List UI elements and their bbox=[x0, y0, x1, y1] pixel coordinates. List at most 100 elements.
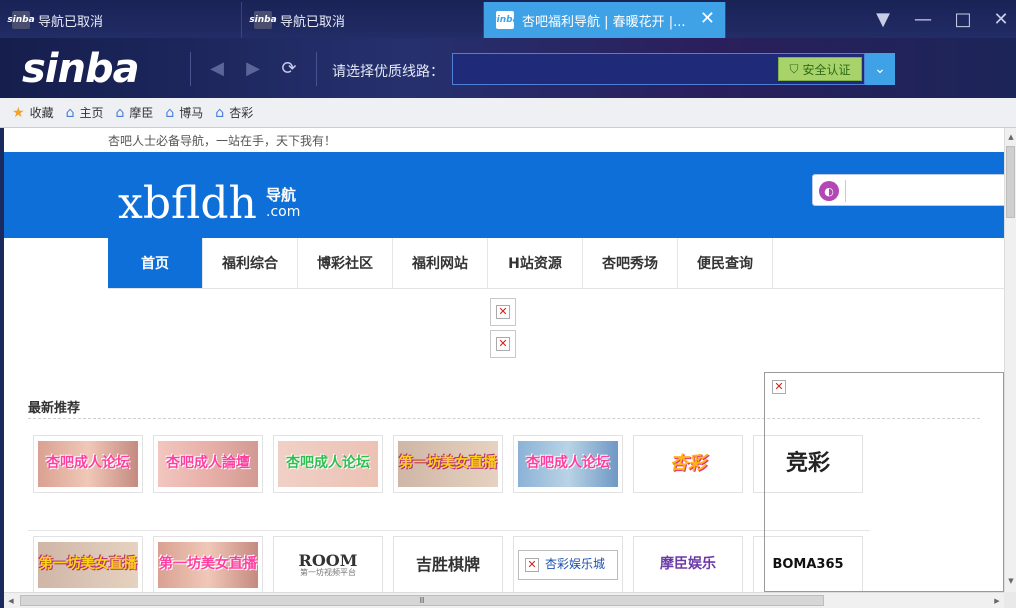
site-banner: xbfldh 导航 .com ◐ bbox=[4, 152, 1004, 238]
site-logo-sub: 导航 bbox=[266, 186, 297, 204]
vertical-scrollbar[interactable]: ▲ ▼ bbox=[1004, 128, 1016, 592]
site-logo-domain: .com bbox=[266, 204, 301, 220]
shield-icon: ⛉ bbox=[789, 61, 799, 76]
bookmark-label: 博马 bbox=[179, 106, 204, 120]
link-card[interactable]: 杏彩 bbox=[633, 435, 743, 493]
bookmark-home[interactable]: ⌂ 主页 bbox=[66, 104, 104, 121]
broken-image-icon: ✕ bbox=[490, 330, 516, 358]
link-card[interactable]: 杏吧成人论坛 bbox=[513, 435, 623, 493]
broken-image-icon: ✕ bbox=[490, 298, 516, 326]
back-icon[interactable]: ◀ bbox=[205, 56, 229, 80]
bookmark-mochen[interactable]: ⌂ 摩臣 bbox=[115, 104, 153, 121]
card-banner: 吉胜棋牌 bbox=[398, 542, 498, 588]
security-cert-badge[interactable]: ⛉ 安全认证 bbox=[778, 57, 862, 81]
bookmark-favorites[interactable]: ★ 收藏 bbox=[12, 104, 54, 121]
bookmark-label: 杏彩 bbox=[229, 106, 254, 120]
site-search-box[interactable]: ◐ bbox=[812, 174, 1004, 206]
tab-close-icon[interactable]: ✕ bbox=[700, 10, 715, 28]
sinba-favicon-icon: sinba bbox=[7, 11, 35, 29]
link-card[interactable]: 第一坊美女直播 bbox=[33, 536, 143, 592]
link-card[interactable]: 杏吧成人論壇 bbox=[153, 435, 263, 493]
close-icon[interactable]: ✕ bbox=[990, 8, 1012, 30]
nav-xiuchang[interactable]: 杏吧秀场 bbox=[583, 238, 678, 288]
link-card[interactable]: 摩臣娱乐 bbox=[633, 536, 743, 592]
nav-bianmin[interactable]: 便民查询 bbox=[678, 238, 773, 288]
address-dropdown-icon[interactable]: ⌄ bbox=[865, 53, 895, 85]
card-banner: 第一坊美女直播 bbox=[158, 542, 258, 588]
tab-title: 导航已取消 bbox=[280, 14, 346, 30]
page-viewport: 杏吧人士必备导航，一站在手，天下我有！ xbfldh 导航 .com ◐ 首页 … bbox=[4, 128, 1004, 592]
scrollbar-corner bbox=[1004, 592, 1016, 608]
title-bar: sinba 导航已取消 sinba 导航已取消 sinba 杏吧福利导航 | 春… bbox=[0, 0, 1016, 38]
vertical-scroll-thumb[interactable] bbox=[1006, 146, 1015, 218]
search-divider bbox=[845, 180, 846, 202]
cert-label: 安全认证 bbox=[802, 62, 851, 77]
bookmark-label: 摩臣 bbox=[129, 106, 154, 120]
menu-dropdown-icon[interactable]: ▼ bbox=[872, 8, 894, 30]
card-title: ROOM bbox=[298, 550, 358, 570]
row-divider bbox=[28, 530, 870, 531]
bookmark-label: 主页 bbox=[79, 106, 104, 120]
browser-toolbar: sinba ◀ ▶ ⟳ 请选择优质线路： ⛉ 安全认证 ⌄ bbox=[0, 38, 1016, 98]
line-select-label: 请选择优质线路： bbox=[332, 64, 444, 80]
nav-home[interactable]: 首页 bbox=[108, 238, 203, 288]
horizontal-scroll-thumb[interactable]: Ⅲ bbox=[20, 595, 824, 606]
sinba-favicon-icon: sinba bbox=[249, 11, 277, 29]
refresh-icon[interactable]: ⟳ bbox=[277, 56, 301, 80]
home-icon: ⌂ bbox=[65, 104, 75, 121]
link-card[interactable]: 杏吧成人论坛 bbox=[273, 435, 383, 493]
link-card[interactable]: 吉胜棋牌 bbox=[393, 536, 503, 592]
search-engine-icon[interactable]: ◐ bbox=[819, 181, 839, 201]
link-card[interactable]: 第一坊美女直播 bbox=[393, 435, 503, 493]
card-banner: 杏彩 bbox=[638, 441, 738, 487]
tab-2[interactable]: sinba 导航已取消 bbox=[242, 2, 484, 38]
card-alt-text: 杏彩娱乐城 bbox=[545, 557, 606, 572]
card-subtitle: 第一坊视频平台 bbox=[299, 568, 356, 578]
nav-h-resources[interactable]: H站资源 bbox=[488, 238, 583, 288]
tab-1[interactable]: sinba 导航已取消 bbox=[0, 2, 242, 38]
card-banner: 第一坊美女直播 bbox=[398, 441, 498, 487]
nav-fuli-zonghe[interactable]: 福利综合 bbox=[203, 238, 298, 288]
link-card[interactable]: ROOM 第一坊视频平台 bbox=[273, 536, 383, 592]
broken-image-icon: ✕ bbox=[525, 558, 539, 572]
sinba-logo: sinba bbox=[22, 46, 140, 92]
nav-bocai-shequ[interactable]: 博彩社区 bbox=[298, 238, 393, 288]
scroll-left-icon[interactable]: ◀ bbox=[4, 593, 18, 608]
sinba-favicon-icon: sinba bbox=[491, 11, 519, 29]
link-card[interactable]: 第一坊美女直播 bbox=[153, 536, 263, 592]
tab-title: 杏吧福利导航 | 春暖花开 |... bbox=[522, 14, 686, 30]
nav-underline bbox=[108, 288, 1004, 289]
section-title: 最新推荐 bbox=[28, 401, 81, 416]
star-icon: ★ bbox=[12, 104, 25, 121]
horizontal-scrollbar[interactable]: ◀ Ⅲ ▶ bbox=[4, 592, 1004, 608]
toolbar-divider bbox=[190, 52, 191, 86]
nav-fuli-wangzhan[interactable]: 福利网站 bbox=[393, 238, 488, 288]
main-nav: 首页 福利综合 博彩社区 福利网站 H站资源 杏吧秀场 便民查询 bbox=[108, 238, 773, 288]
toolbar-divider bbox=[316, 52, 317, 86]
bookmark-label: 收藏 bbox=[29, 106, 54, 120]
link-card[interactable]: ✕ 杏彩娱乐城 bbox=[513, 536, 623, 592]
home-icon: ⌂ bbox=[165, 104, 175, 121]
floating-ad-frame[interactable]: ✕ bbox=[764, 372, 1004, 592]
home-icon: ⌂ bbox=[115, 104, 125, 121]
tab-3-active[interactable]: sinba 杏吧福利导航 | 春暖花开 |... ✕ bbox=[484, 2, 726, 38]
card-banner: 杏吧成人论坛 bbox=[518, 441, 618, 487]
scroll-down-icon[interactable]: ▼ bbox=[1005, 574, 1016, 588]
card-banner: 杏吧成人论坛 bbox=[278, 441, 378, 487]
bookmarks-bar: ★ 收藏 ⌂ 主页 ⌂ 摩臣 ⌂ 博马 ⌂ 杏彩 bbox=[0, 98, 1016, 128]
link-card[interactable]: 杏吧成人论坛 bbox=[33, 435, 143, 493]
site-slogan: 杏吧人士必备导航，一站在手，天下我有！ bbox=[108, 134, 337, 148]
card-banner: 杏吧成人論壇 bbox=[158, 441, 258, 487]
card-banner: 杏吧成人论坛 bbox=[38, 441, 138, 487]
site-logo[interactable]: xbfldh bbox=[118, 178, 257, 229]
bookmark-xingcai[interactable]: ⌂ 杏彩 bbox=[215, 104, 253, 121]
forward-icon[interactable]: ▶ bbox=[241, 56, 265, 80]
minimize-icon[interactable]: — bbox=[912, 8, 934, 30]
scroll-up-icon[interactable]: ▲ bbox=[1005, 130, 1016, 144]
card-banner: ROOM 第一坊视频平台 bbox=[278, 542, 378, 588]
broken-image-icon[interactable]: ✕ bbox=[771, 379, 787, 395]
bookmark-boma[interactable]: ⌂ 博马 bbox=[165, 104, 203, 121]
card-banner: 第一坊美女直播 bbox=[38, 542, 138, 588]
maximize-icon[interactable]: □ bbox=[952, 8, 974, 30]
scroll-right-icon[interactable]: ▶ bbox=[990, 593, 1004, 608]
